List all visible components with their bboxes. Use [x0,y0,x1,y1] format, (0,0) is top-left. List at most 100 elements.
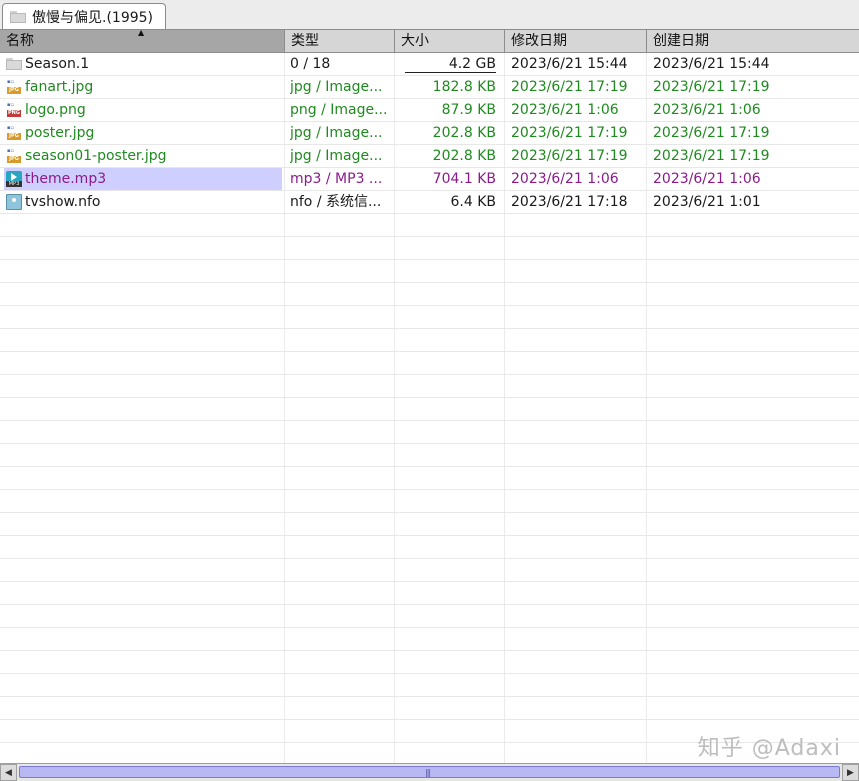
size-cell: 202.8 KB [432,148,496,164]
tab-current-folder[interactable]: 傲慢与偏见.(1995) [2,3,166,29]
scroll-left-button[interactable]: ◀ [0,764,17,781]
jpg-file-icon: ▪▫ JPG [6,79,22,95]
file-name: tvshow.nfo [25,193,101,210]
file-name: Season.1 [25,55,90,72]
empty-row [0,467,859,490]
modified-cell: 2023/6/21 17:19 [511,79,628,95]
created-cell: 2023/6/21 15:44 [653,56,770,72]
empty-row [0,582,859,605]
empty-row [0,651,859,674]
type-cell: jpg / Image... [290,148,383,164]
jpg-file-icon: ▪▫ JPG [6,148,22,164]
size-cell: 202.8 KB [432,125,496,141]
type-cell: png / Image... [290,102,388,118]
column-header-name[interactable]: 名称 ▲ [0,28,285,52]
name-cell: tvshow.nfo [6,191,282,213]
file-name: fanart.jpg [25,78,94,95]
name-cell: Season.1 [6,53,282,75]
created-cell: 2023/6/21 1:01 [653,194,761,210]
scroll-right-button[interactable]: ▶ [842,764,859,781]
empty-row [0,697,859,720]
name-cell: ▪▫ JPG poster.jpg [6,122,282,144]
column-label-type: 类型 [291,33,319,49]
empty-row [0,444,859,467]
empty-row [0,260,859,283]
table-row[interactable]: ▪▫ JPG fanart.jpg jpg / Image... 182.8 KB… [0,76,859,99]
created-cell: 2023/6/21 1:06 [653,171,761,187]
created-cell: 2023/6/21 17:19 [653,79,770,95]
column-header-row: 名称 ▲ 类型 大小 修改日期 创建日期 [0,28,859,53]
table-row[interactable]: Season.1 0 / 18 4.2 GB 2023/6/21 15:44 2… [0,53,859,76]
modified-cell: 2023/6/21 17:19 [511,125,628,141]
modified-cell: 2023/6/21 1:06 [511,102,619,118]
scrollbar-thumb[interactable]: ||| [19,766,840,778]
file-name: theme.mp3 [25,170,107,187]
empty-row [0,398,859,421]
mp3-file-icon: MP3 [6,171,22,187]
column-header-type[interactable]: 类型 [285,30,395,52]
column-header-created[interactable]: 创建日期 [647,30,859,52]
empty-row [0,605,859,628]
column-label-name: 名称 [6,33,34,49]
empty-row [0,352,859,375]
column-label-modified: 修改日期 [511,33,567,49]
name-cell: MP3 theme.mp3 [4,168,282,190]
size-cell: 704.1 KB [432,171,496,187]
size-cell: 87.9 KB [441,102,496,118]
table-row[interactable]: ▪▫ JPG season01-poster.jpg jpg / Image...… [0,145,859,168]
type-cell: jpg / Image... [290,125,383,141]
sort-ascending-icon: ▲ [138,28,145,37]
size-value: 4.2 GB [404,56,496,73]
grip-icon: ||| [425,768,431,777]
empty-row [0,421,859,444]
empty-row [0,490,859,513]
column-label-size: 大小 [401,33,429,49]
empty-row [0,306,859,329]
column-label-created: 创建日期 [653,33,709,49]
type-cell: nfo / 系统信... [290,194,382,210]
folder-icon [10,10,26,23]
empty-row [0,536,859,559]
tab-title: 傲慢与偏见.(1995) [32,9,154,26]
empty-row [0,283,859,306]
size-cell: 4.2 GB [396,53,496,75]
empty-row [0,375,859,398]
file-name: season01-poster.jpg [25,147,167,164]
table-row[interactable]: tvshow.nfo nfo / 系统信... 6.4 KB 2023/6/21… [0,191,859,214]
type-cell: 0 / 18 [290,56,331,72]
empty-row [0,674,859,697]
type-cell: jpg / Image... [290,79,383,95]
size-cell: 6.4 KB [450,194,497,210]
jpg-file-icon: ▪▫ JPG [6,125,22,141]
empty-row [0,559,859,582]
table-row[interactable]: ▪▫ PNG logo.png png / Image... 87.9 KB 20… [0,99,859,122]
empty-row [0,628,859,651]
folder-icon [6,58,22,70]
name-cell: ▪▫ PNG logo.png [6,99,282,121]
table-row-selected[interactable]: MP3 theme.mp3 mp3 / MP3 ... 704.1 KB 202… [0,168,859,191]
file-name: poster.jpg [25,124,95,141]
type-cell: mp3 / MP3 ... [290,171,383,187]
file-list: Season.1 0 / 18 4.2 GB 2023/6/21 15:44 2… [0,53,859,763]
modified-cell: 2023/6/21 17:18 [511,194,628,210]
tab-bar: 傲慢与偏见.(1995) [0,0,859,30]
modified-cell: 2023/6/21 17:19 [511,148,628,164]
modified-cell: 2023/6/21 15:44 [511,56,628,72]
horizontal-scrollbar[interactable]: ◀ ||| ▶ [0,763,859,781]
modified-cell: 2023/6/21 1:06 [511,171,619,187]
name-cell: ▪▫ JPG season01-poster.jpg [6,145,282,167]
empty-row [0,329,859,352]
watermark: 知乎 @Adaxi [697,736,841,761]
table-row[interactable]: ▪▫ JPG poster.jpg jpg / Image... 202.8 KB… [0,122,859,145]
name-cell: ▪▫ JPG fanart.jpg [6,76,282,98]
png-file-icon: ▪▫ PNG [7,102,21,117]
empty-row [0,214,859,237]
empty-row [0,237,859,260]
size-cell: 182.8 KB [432,79,496,95]
column-header-modified[interactable]: 修改日期 [505,30,647,52]
column-header-size[interactable]: 大小 [395,30,505,52]
file-name: logo.png [25,101,86,118]
created-cell: 2023/6/21 1:06 [653,102,761,118]
created-cell: 2023/6/21 17:19 [653,125,770,141]
empty-row [0,513,859,536]
